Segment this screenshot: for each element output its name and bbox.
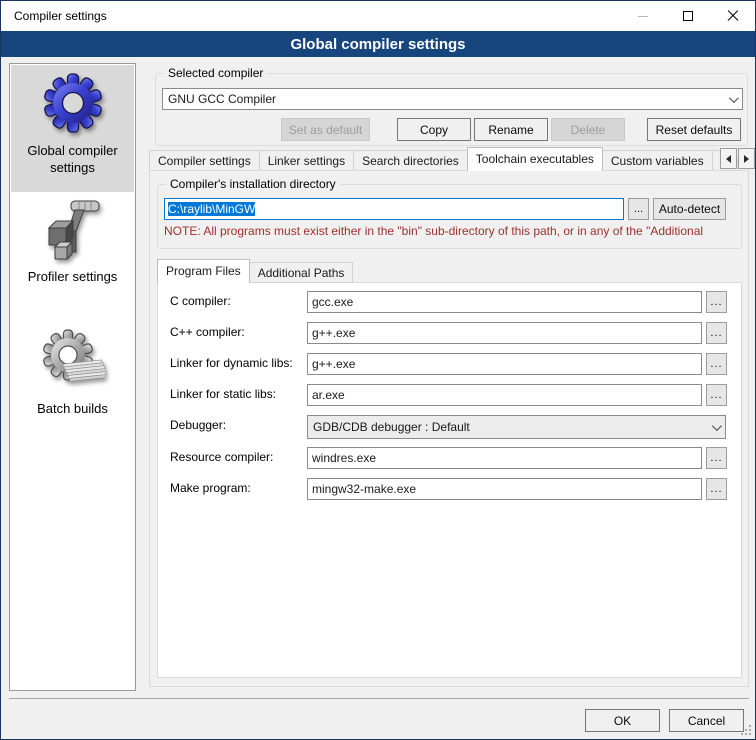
- resource-compiler-input[interactable]: [307, 447, 702, 469]
- installation-directory-input[interactable]: C:\raylib\MinGW: [164, 198, 624, 220]
- maximize-button[interactable]: [665, 1, 710, 31]
- field-row-linker-static: Linker for static libs: ...: [158, 384, 741, 408]
- tab-linker-settings[interactable]: Linker settings: [259, 150, 354, 171]
- browse-cpp-compiler-button[interactable]: ...: [706, 322, 727, 344]
- window-controls: [620, 1, 755, 31]
- tab-search-directories[interactable]: Search directories: [353, 150, 468, 171]
- delete-button[interactable]: Delete: [551, 118, 625, 141]
- gray-gear-stack-icon: [41, 328, 105, 392]
- window-title: Compiler settings: [14, 9, 107, 23]
- tab-program-files[interactable]: Program Files: [157, 259, 250, 283]
- sidebar-item-label: Batch builds: [37, 400, 108, 417]
- field-row-c-compiler: C compiler: ...: [158, 291, 741, 315]
- sidebar-item-global-compiler-settings[interactable]: Global compilersettings: [11, 65, 134, 192]
- sidebar-item-label: Global compilersettings: [27, 142, 117, 176]
- cpp-compiler-input[interactable]: [307, 322, 702, 344]
- tab-additional-paths[interactable]: Additional Paths: [249, 262, 354, 283]
- titlebar: Compiler settings: [1, 1, 755, 31]
- field-row-linker-dynamic: Linker for dynamic libs: ...: [158, 353, 741, 377]
- footer-divider: [9, 698, 749, 699]
- field-label: C compiler:: [170, 294, 231, 308]
- field-row-debugger: Debugger: GDB/CDB debugger : Default: [158, 415, 741, 439]
- minimize-icon: [638, 16, 648, 17]
- maximize-icon: [683, 11, 693, 21]
- set-as-default-button[interactable]: Set as default: [281, 118, 370, 141]
- tab-scroll-left-button[interactable]: [720, 148, 737, 169]
- close-icon: [727, 10, 739, 22]
- field-label: Linker for dynamic libs:: [170, 356, 293, 370]
- debugger-select[interactable]: GDB/CDB debugger : Default: [307, 415, 726, 439]
- close-button[interactable]: [710, 1, 755, 31]
- selected-compiler-group: Selected compiler GNU GCC Compiler Set a…: [155, 73, 748, 146]
- compiler-select-value: GNU GCC Compiler: [168, 92, 276, 106]
- arrow-left-icon: [726, 155, 731, 163]
- settings-category-list: Global compilersettings: [9, 63, 136, 691]
- dialog-header: Global compiler settings: [1, 31, 755, 57]
- tab-toolchain-executables[interactable]: Toolchain executables: [467, 147, 603, 171]
- compiler-settings-dialog: Compiler settings Global compiler settin…: [0, 0, 756, 740]
- chevron-down-icon: [729, 93, 739, 103]
- cancel-button[interactable]: Cancel: [669, 709, 744, 732]
- group-label: Compiler's installation directory: [166, 177, 340, 191]
- caliper-cubes-icon: [41, 198, 105, 262]
- sidebar-item-profiler-settings[interactable]: Profiler settings: [11, 194, 134, 304]
- auto-detect-button[interactable]: Auto-detect: [653, 198, 726, 220]
- sidebar-item-label: Profiler settings: [28, 268, 118, 285]
- tab-custom-variables[interactable]: Custom variables: [602, 150, 713, 171]
- installation-directory-group: Compiler's installation directory C:\ray…: [157, 184, 742, 249]
- tab-compiler-settings[interactable]: Compiler settings: [149, 150, 260, 171]
- blue-gear-icon: [41, 71, 105, 135]
- browse-linker-static-button[interactable]: ...: [706, 384, 727, 406]
- settings-tabstrip: Compiler settings Linker settings Search…: [149, 147, 749, 171]
- arrow-right-icon: [744, 155, 749, 163]
- browse-resource-compiler-button[interactable]: ...: [706, 447, 727, 469]
- group-label: Selected compiler: [164, 66, 267, 80]
- page-title: Global compiler settings: [290, 36, 465, 53]
- field-row-make-program: Make program: ...: [158, 478, 741, 502]
- field-row-cpp-compiler: C++ compiler: ...: [158, 322, 741, 346]
- reset-defaults-button[interactable]: Reset defaults: [647, 118, 741, 141]
- browse-directory-button[interactable]: ...: [628, 198, 649, 220]
- chevron-down-icon: [712, 421, 722, 431]
- make-program-input[interactable]: [307, 478, 702, 500]
- browse-linker-dynamic-button[interactable]: ...: [706, 353, 727, 375]
- browse-c-compiler-button[interactable]: ...: [706, 291, 727, 313]
- linker-static-input[interactable]: [307, 384, 702, 406]
- field-row-resource-compiler: Resource compiler: ...: [158, 447, 741, 471]
- resize-grip[interactable]: [741, 725, 751, 735]
- bin-subdirectory-note: NOTE: All programs must exist either in …: [164, 224, 737, 238]
- linker-dynamic-input[interactable]: [307, 353, 702, 375]
- c-compiler-input[interactable]: [307, 291, 702, 313]
- rename-button[interactable]: Rename: [474, 118, 548, 141]
- sidebar-item-batch-builds[interactable]: Batch builds: [11, 306, 134, 422]
- copy-button[interactable]: Copy: [397, 118, 471, 141]
- ok-button[interactable]: OK: [585, 709, 660, 732]
- minimize-button[interactable]: [620, 1, 665, 31]
- program-files-page: C compiler: ... C++ compiler: ... Linker…: [157, 282, 742, 678]
- selected-text: C:\raylib\MinGW: [168, 202, 255, 216]
- field-label: Make program:: [170, 481, 251, 495]
- compiler-select[interactable]: GNU GCC Compiler: [162, 88, 743, 110]
- browse-make-program-button[interactable]: ...: [706, 478, 727, 500]
- program-files-tabstrip: Program Files Additional Paths: [157, 259, 557, 283]
- field-label: C++ compiler:: [170, 325, 245, 339]
- field-label: Linker for static libs:: [170, 387, 276, 401]
- debugger-select-value: GDB/CDB debugger : Default: [313, 420, 470, 434]
- tab-scroll-controls: [719, 148, 755, 169]
- field-label: Debugger:: [170, 418, 226, 432]
- tab-scroll-right-button[interactable]: [738, 148, 755, 169]
- field-label: Resource compiler:: [170, 450, 273, 464]
